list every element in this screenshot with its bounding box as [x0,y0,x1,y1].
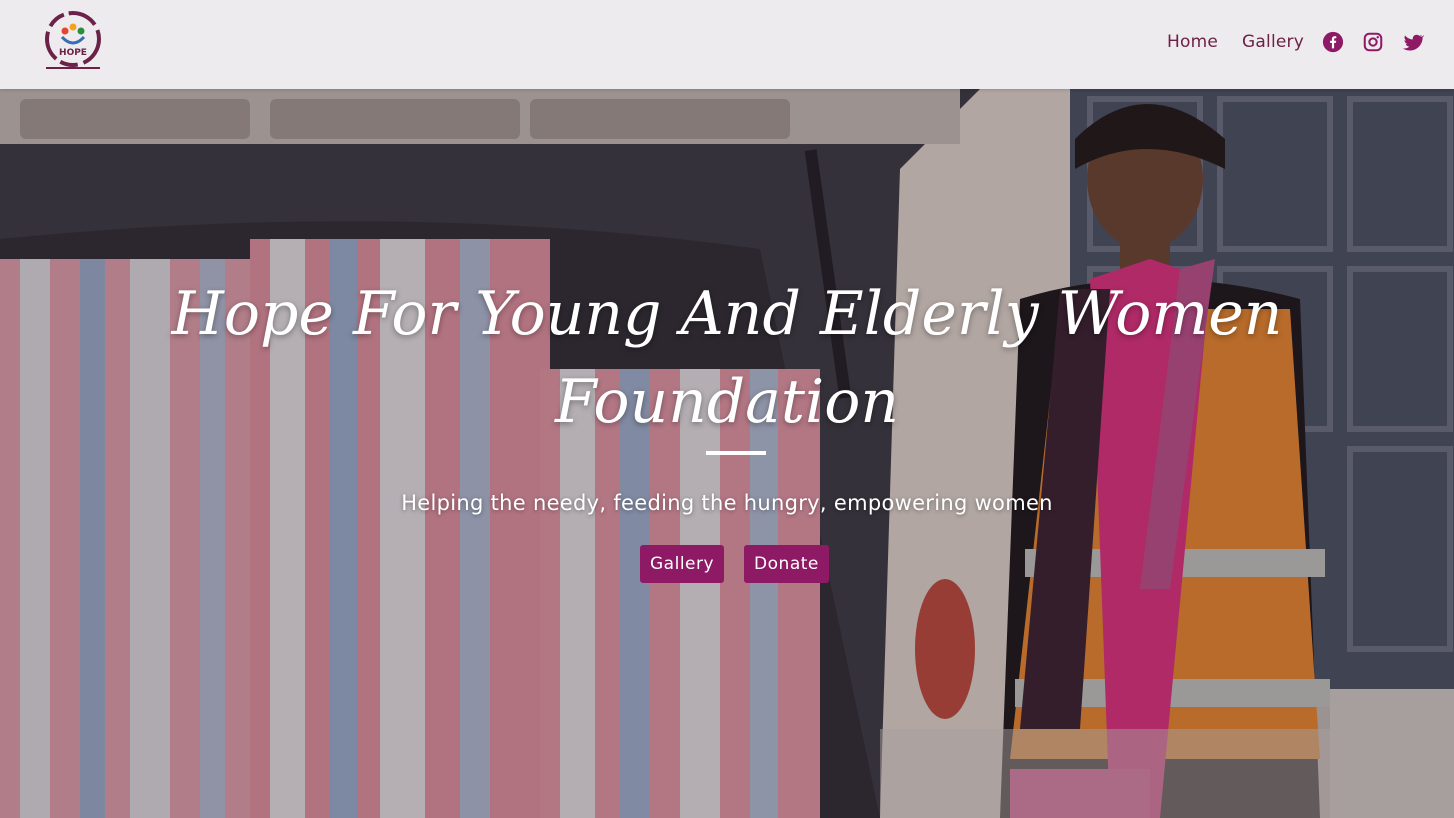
donate-button[interactable]: Donate [744,545,829,583]
nav-gallery[interactable]: Gallery [1242,32,1304,52]
nav-home[interactable]: Home [1167,32,1218,52]
facebook-icon[interactable] [1322,31,1344,53]
logo-text: HOPE [59,48,87,58]
hero-title: Hope For Young And Elderly Women Foundat… [127,270,1327,446]
hero-subtitle: Helping the needy, feeding the hungry, e… [401,491,1053,515]
main-nav: Home Gallery [1167,28,1424,56]
logo[interactable]: HOPE [40,7,106,75]
page: HOPE Home Gallery Hope For Young And Eld… [0,0,1454,818]
instagram-icon[interactable] [1362,31,1384,53]
logo-image: HOPE [45,11,101,69]
hero-divider [706,451,766,455]
hero-title-line2: Foundation [554,367,899,437]
site-header: HOPE Home Gallery [0,0,1454,89]
twitter-icon[interactable] [1402,31,1424,53]
hero-title-line1: Hope For Young And Elderly Women [171,279,1283,349]
hero-buttons: Gallery Donate [640,545,829,583]
gallery-button[interactable]: Gallery [640,545,725,583]
